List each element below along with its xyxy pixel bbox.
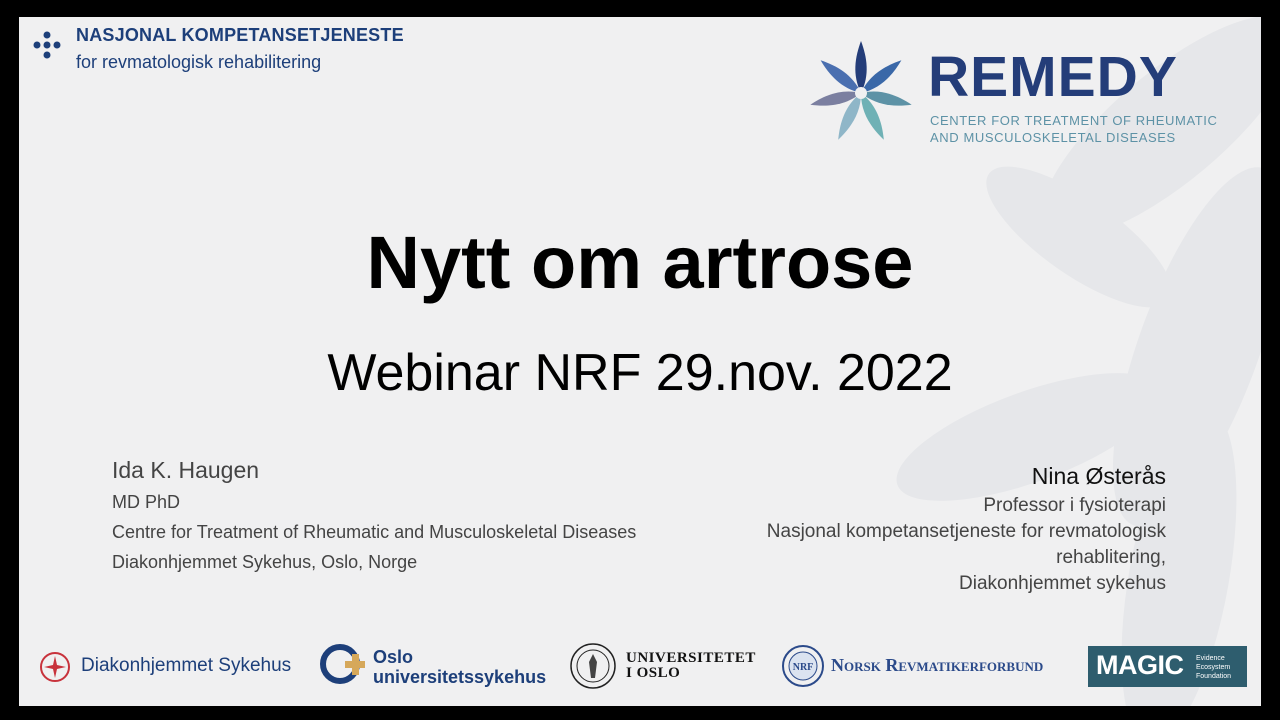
presenter-left-affiliation: Centre for Treatment of Rheumatic and Mu… [112, 522, 637, 542]
presenter-left-location: Diakonhjemmet Sykehus, Oslo, Norge [112, 552, 418, 572]
presenter-left-name: Ida K. Haugen [112, 457, 260, 483]
presenter-right-name: Nina Østerås [1031, 463, 1166, 489]
presenter-right-hospital: Diakonhjemmet sykehus [959, 573, 1166, 594]
logo-strip: Diakonhjemmet Sykehus Oslo universitetss… [19, 637, 1261, 697]
flower-icon [810, 41, 912, 140]
presenter-right-affiliation-1: Nasjonal kompetansetjeneste for revmatol… [766, 521, 1166, 542]
magic-sub-1: Evidence [1196, 655, 1225, 662]
slide-subtitle: Webinar NRF 29.nov. 2022 [327, 344, 953, 402]
nrf-seal-icon: NRF [782, 645, 824, 687]
slide: NASJONAL KOMPETANSETJENESTE for revmatol… [19, 17, 1261, 706]
remedy-tagline-1: CENTER FOR TREATMENT OF RHEUMATIC [930, 113, 1218, 128]
magic-logo: MAGIC Evidence Ecosystem Foundation [1088, 646, 1247, 687]
presenter-left-degree: MD PhD [112, 492, 181, 512]
dots-icon [33, 31, 61, 59]
slide-title: Nytt om artrose [366, 221, 914, 304]
presenter-right: Nina Østerås Professor i fysioterapi Nas… [626, 463, 1166, 597]
magic-sub-2: Ecosystem [1196, 664, 1231, 671]
ous-name-1: Oslo [373, 647, 414, 667]
nrf-name: Norsk Revmatikerforbund [831, 655, 1044, 675]
nk-subtitle: for revmatologisk rehabilitering [76, 52, 322, 72]
remedy-name: REMEDY [928, 45, 1178, 109]
uio-name-2: I OSLO [626, 665, 681, 681]
diakonhjemmet-cross-icon [40, 652, 70, 682]
presenter-right-role: Professor i fysioterapi [983, 495, 1166, 516]
remedy-logo: REMEDY CENTER FOR TREATMENT OF RHEUMATIC… [804, 37, 1217, 149]
diakonhjemmet-name: Diakonhjemmet Sykehus [81, 655, 292, 676]
magic-sub-3: Foundation [1196, 673, 1232, 680]
remedy-tagline-2: AND MUSCULOSKELETAL DISEASES [930, 130, 1176, 145]
magic-name: MAGIC [1096, 650, 1184, 680]
presenter-right-affiliation-2: rehablitering, [1056, 547, 1166, 568]
nk-title: NASJONAL KOMPETANSETJENESTE [76, 25, 404, 45]
uio-seal-icon [570, 643, 616, 689]
ous-name-2: universitetssykehus [373, 667, 547, 687]
svg-text:NRF: NRF [793, 662, 814, 673]
ous-cross-icon [320, 644, 365, 684]
presenter-left: Ida K. Haugen MD PhD Centre for Treatmen… [112, 457, 652, 582]
